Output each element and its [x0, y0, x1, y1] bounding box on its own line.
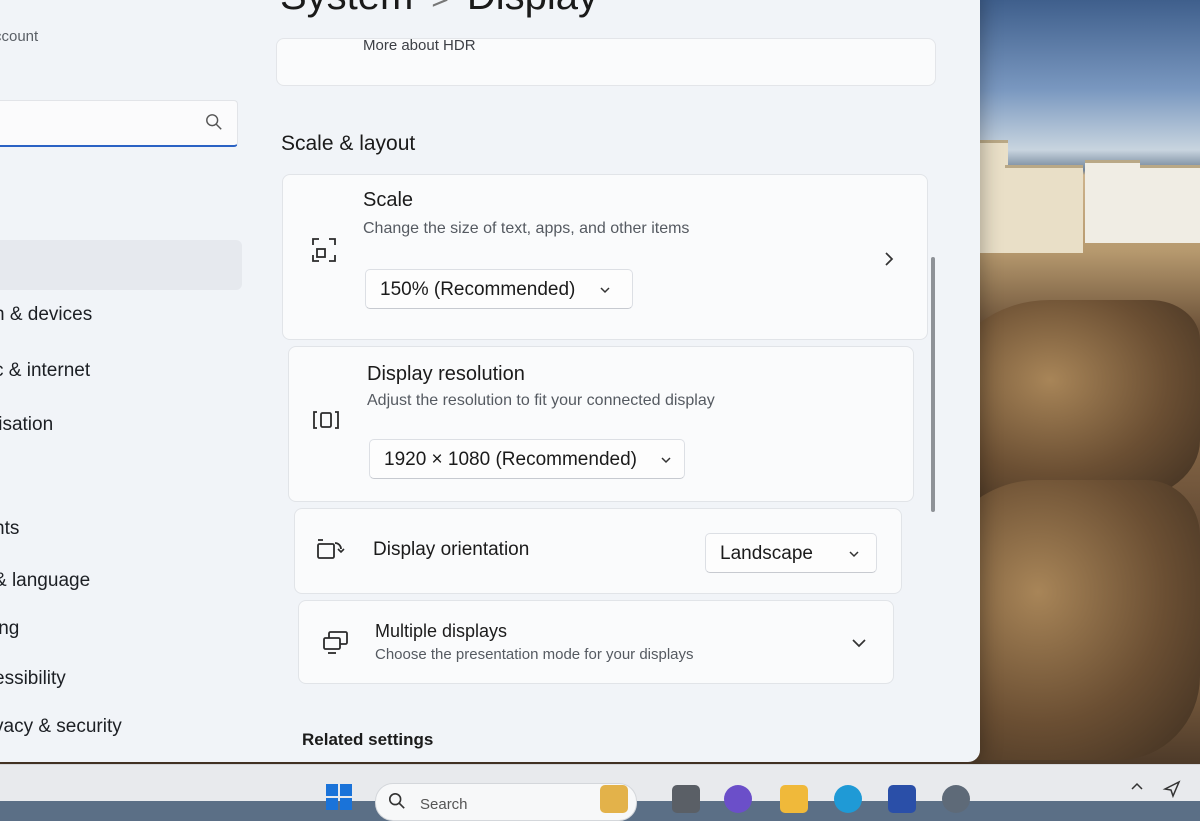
- chevron-down-icon: [600, 287, 610, 294]
- sidebar-item-accounts[interactable]: nts: [0, 518, 19, 540]
- settings-content: System > Display More about HDR Scale & la…: [276, 0, 956, 762]
- taskbar-search-label: Search: [420, 796, 468, 813]
- account-label: ccount: [0, 28, 39, 45]
- wallpaper-building: [1005, 165, 1083, 253]
- breadcrumb-parent[interactable]: System: [280, 0, 413, 18]
- windows-start-icon[interactable]: [325, 783, 353, 811]
- sidebar-item-accessibility[interactable]: essibility: [0, 668, 66, 690]
- display-resolution-title: Display resolution: [367, 363, 525, 385]
- sidebar-item-privacy-security[interactable]: vacy & security: [0, 716, 122, 738]
- scale-card[interactable]: Scale Change the size of text, apps, and…: [282, 174, 928, 340]
- hdr-card: More about HDR: [276, 37, 936, 86]
- taskbar-widget-icon[interactable]: [600, 785, 628, 813]
- sidebar-item-personalisation[interactable]: lisation: [0, 414, 53, 436]
- taskbar-app-icon[interactable]: [672, 785, 700, 813]
- sidebar-item-network-internet[interactable]: c & internet: [0, 360, 90, 382]
- section-title-scale-layout: Scale & layout: [281, 132, 416, 155]
- multiple-displays-card[interactable]: Multiple displays Choose the presentatio…: [298, 600, 894, 684]
- display-orientation-card: Display orientation Landscape: [294, 508, 902, 594]
- breadcrumb-current: Display: [467, 0, 598, 18]
- page-title: System > Display: [280, 0, 598, 19]
- scale-title: Scale: [363, 189, 414, 211]
- search-icon[interactable]: [205, 113, 223, 131]
- taskbar-chat-icon[interactable]: [724, 785, 752, 813]
- sidebar-item-system-selected[interactable]: [0, 240, 242, 290]
- content-scrollbar[interactable]: [931, 257, 935, 512]
- display-resolution-icon: [313, 411, 339, 429]
- more-about-hdr-link[interactable]: More about HDR: [363, 37, 476, 54]
- scale-icon: [312, 238, 336, 262]
- chevron-up-icon[interactable]: [1130, 779, 1144, 793]
- settings-window: ccount h & devices c & internet lisation…: [0, 0, 980, 762]
- taskbar: Search: [0, 764, 1200, 821]
- chevron-down-icon[interactable]: [851, 635, 867, 651]
- display-orientation-title: Display orientation: [373, 539, 530, 560]
- multiple-displays-description: Choose the presentation mode for your di…: [375, 646, 694, 663]
- taskbar-search[interactable]: Search: [375, 783, 637, 821]
- settings-gear-icon[interactable]: [942, 785, 970, 813]
- sidebar-item-bluetooth-devices[interactable]: h & devices: [0, 304, 92, 326]
- multiple-displays-icon: [323, 631, 348, 654]
- search-input[interactable]: [3, 109, 197, 137]
- related-settings-heading: Related settings: [302, 730, 434, 749]
- edge-browser-icon[interactable]: [834, 785, 862, 813]
- wallpaper-building: [1140, 165, 1200, 243]
- display-resolution-description: Adjust the resolution to fit your connec…: [367, 392, 715, 409]
- display-orientation-dropdown-value: Landscape: [720, 543, 813, 564]
- wallpaper-cliff: [950, 300, 1200, 500]
- scale-dropdown[interactable]: 150% (Recommended): [365, 269, 633, 309]
- location-icon[interactable]: [1162, 779, 1182, 799]
- multiple-displays-title: Multiple displays: [375, 621, 508, 641]
- settings-sidebar: ccount h & devices c & internet lisation…: [0, 0, 250, 762]
- store-icon[interactable]: [888, 785, 916, 813]
- search-icon: [388, 792, 405, 809]
- wallpaper-building: [1085, 160, 1140, 243]
- scale-dropdown-value: 150% (Recommended): [380, 279, 576, 300]
- display-resolution-card: Display resolution Adjust the resolution…: [288, 346, 914, 502]
- chevron-down-icon: [661, 457, 671, 464]
- chevron-right-icon[interactable]: [881, 251, 897, 267]
- breadcrumb-separator: >: [431, 0, 449, 16]
- display-resolution-dropdown-value: 1920 × 1080 (Recommended): [384, 449, 637, 470]
- sidebar-item-time-language[interactable]: & language: [0, 570, 90, 592]
- display-orientation-dropdown[interactable]: Landscape: [705, 533, 877, 573]
- chevron-down-icon: [849, 551, 859, 558]
- display-resolution-dropdown[interactable]: 1920 × 1080 (Recommended): [369, 439, 685, 479]
- sidebar-item-gaming[interactable]: ing: [0, 618, 19, 640]
- scale-description: Change the size of text, apps, and other…: [363, 220, 690, 237]
- file-explorer-icon[interactable]: [780, 785, 808, 813]
- find-setting-search-box[interactable]: [0, 100, 238, 147]
- display-orientation-icon: [317, 539, 345, 559]
